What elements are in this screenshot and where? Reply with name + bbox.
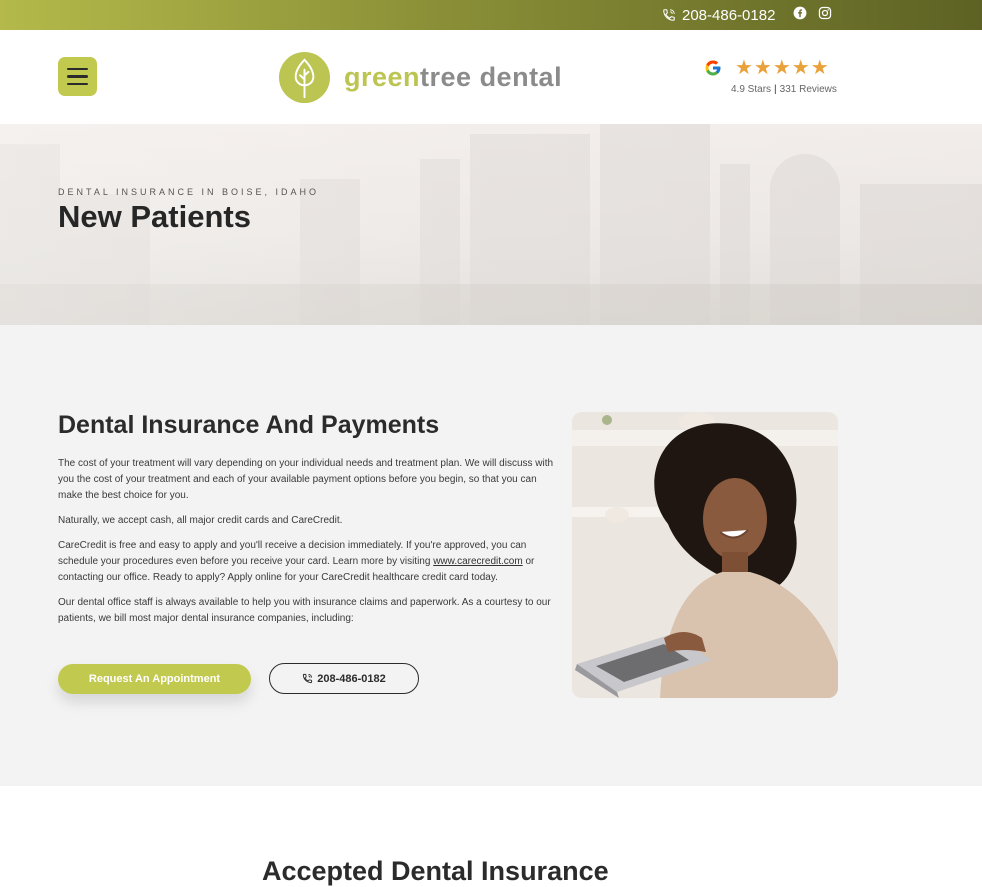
paragraph-carecredit: CareCredit is free and easy to apply and… [58,538,558,586]
google-icon [705,60,721,76]
rating-summary: 4.9 Stars | 331 Reviews [731,84,837,95]
top-phone-link[interactable]: 208-486-0182 [662,6,775,24]
section-heading: Dental Insurance And Payments [58,411,440,439]
site-logo[interactable]: greentree dental [278,50,562,104]
phone-icon [663,9,675,21]
request-appointment-button[interactable]: Request An Appointment [58,664,251,694]
paragraph-insurance-claims: Our dental office staff is always availa… [58,597,551,624]
call-phone-label: 208-486-0182 [317,672,386,685]
menu-line [67,75,88,78]
top-bar: 208-486-0182 [0,0,982,30]
menu-line [67,82,88,86]
logo-word-tree-dental: tree dental [420,61,563,92]
patient-with-laptop-photo [572,412,838,698]
page-title: New Patients [58,199,251,234]
page-hero: DENTAL INSURANCE IN BOISE, IDAHO New Pat… [0,124,982,325]
paragraph-accepted-payments: Naturally, we accept cash, all major cre… [58,515,343,526]
next-section-heading: Accepted Dental Insurance [262,856,609,886]
facebook-icon[interactable] [793,6,807,20]
instagram-icon[interactable] [818,6,832,20]
review-count: 331 Reviews [779,84,837,95]
phone-icon [303,673,313,684]
rating-value: 4.9 Stars [731,84,772,95]
menu-line [67,67,88,71]
paragraph-cost: The cost of your treatment will vary dep… [58,458,554,501]
accepted-insurance-section: Accepted Dental Insurance [0,786,982,886]
tree-logo-icon [278,51,331,103]
hamburger-menu-button[interactable] [58,57,97,96]
logo-wordmark: greentree dental [344,62,562,93]
rating-separator: | [774,84,777,95]
rating-stars: ★★★★★ [735,57,830,79]
logo-word-green: green [344,61,421,92]
site-header: greentree dental ★★★★★ 4.9 Stars | 331 Rev… [0,30,982,124]
top-phone-text: 208-486-0182 [682,6,776,24]
carecredit-link[interactable]: www.carecredit.com [433,556,522,567]
hero-kicker: DENTAL INSURANCE IN BOISE, IDAHO [58,187,320,197]
google-reviews-badge[interactable]: ★★★★★ 4.9 Stars | 331 Reviews [704,56,840,100]
call-phone-button[interactable]: 208-486-0182 [269,663,419,694]
insurance-section: Dental Insurance And Payments The cost o… [0,325,982,786]
